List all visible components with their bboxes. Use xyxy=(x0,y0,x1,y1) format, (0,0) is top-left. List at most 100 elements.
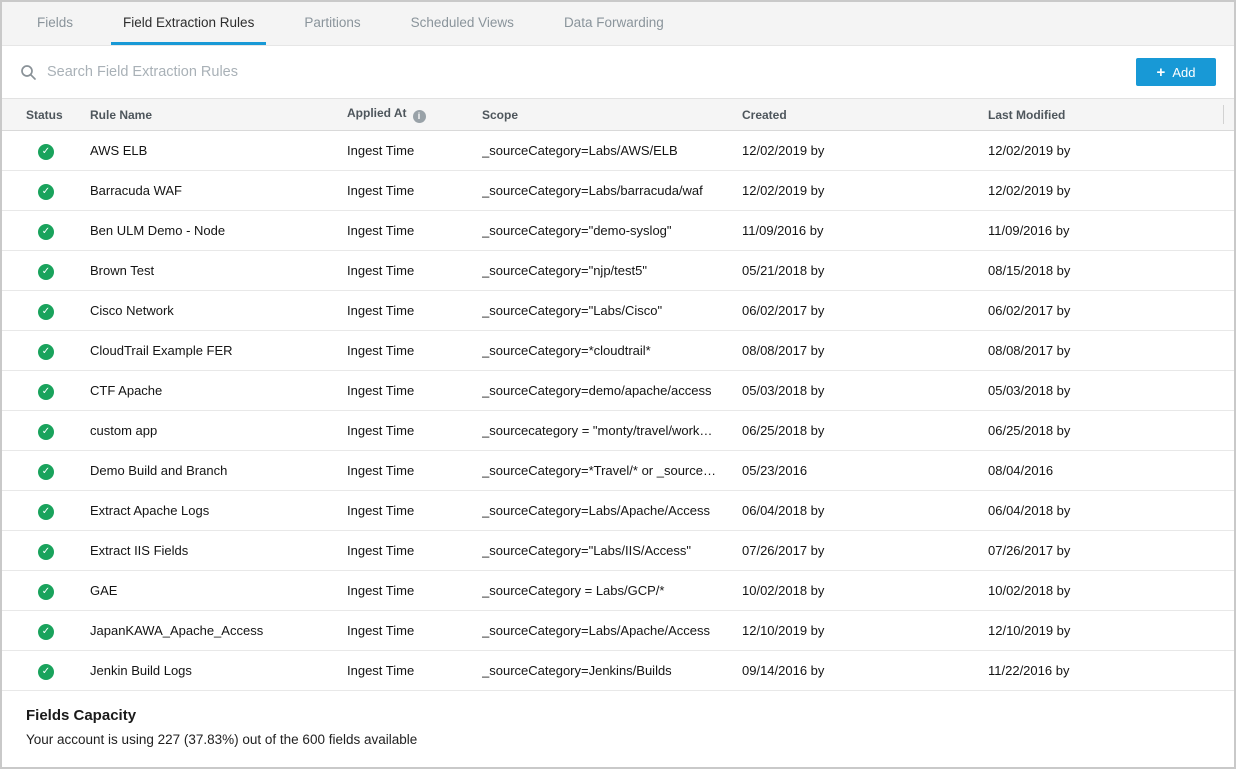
rule-name[interactable]: Demo Build and Branch xyxy=(90,463,347,478)
created: 06/04/2018 by xyxy=(742,503,988,518)
rule-name[interactable]: CloudTrail Example FER xyxy=(90,343,347,358)
tab-field-extraction-rules[interactable]: Field Extraction Rules xyxy=(111,2,266,45)
table-row[interactable]: ✓ Jenkin Build Logs Ingest Time _sourceC… xyxy=(2,651,1234,691)
rule-name[interactable]: Extract IIS Fields xyxy=(90,543,347,558)
status-cell: ✓ xyxy=(26,382,90,400)
column-header-rule-name[interactable]: Rule Name xyxy=(90,108,347,122)
applied-at: Ingest Time xyxy=(347,183,482,198)
status-cell: ✓ xyxy=(26,542,90,560)
status-cell: ✓ xyxy=(26,462,90,480)
table-row[interactable]: ✓ custom app Ingest Time _sourcecategory… xyxy=(2,411,1234,451)
column-header-applied-at[interactable]: Applied At i xyxy=(347,106,482,123)
applied-at: Ingest Time xyxy=(347,623,482,638)
last-modified: 08/08/2017 by xyxy=(988,343,1234,358)
rule-name[interactable]: Cisco Network xyxy=(90,303,347,318)
rule-name[interactable]: AWS ELB xyxy=(90,143,347,158)
rule-name[interactable]: Barracuda WAF xyxy=(90,183,347,198)
created: 08/08/2017 by xyxy=(742,343,988,358)
last-modified: 12/10/2019 by xyxy=(988,623,1234,638)
created: 12/02/2019 by xyxy=(742,143,988,158)
table-row[interactable]: ✓ Brown Test Ingest Time _sourceCategory… xyxy=(2,251,1234,291)
status-enabled-icon: ✓ xyxy=(38,264,54,280)
table-row[interactable]: ✓ CloudTrail Example FER Ingest Time _so… xyxy=(2,331,1234,371)
rule-name[interactable]: custom app xyxy=(90,423,347,438)
applied-at: Ingest Time xyxy=(347,463,482,478)
info-icon[interactable]: i xyxy=(413,110,426,123)
table-body: ✓ AWS ELB Ingest Time _sourceCategory=La… xyxy=(2,131,1234,691)
scope: _sourcecategory = "monty/travel/work… xyxy=(482,423,742,438)
search-input[interactable] xyxy=(47,64,1136,80)
status-cell: ✓ xyxy=(26,302,90,320)
scope: _sourceCategory=demo/apache/access xyxy=(482,383,742,398)
status-enabled-icon: ✓ xyxy=(38,344,54,360)
applied-at: Ingest Time xyxy=(347,503,482,518)
created: 12/02/2019 by xyxy=(742,183,988,198)
table-row[interactable]: ✓ GAE Ingest Time _sourceCategory = Labs… xyxy=(2,571,1234,611)
last-modified: 12/02/2019 by xyxy=(988,183,1234,198)
status-cell: ✓ xyxy=(26,582,90,600)
rule-name[interactable]: Ben ULM Demo - Node xyxy=(90,223,347,238)
created: 09/14/2016 by xyxy=(742,663,988,678)
table-row[interactable]: ✓ Extract IIS Fields Ingest Time _source… xyxy=(2,531,1234,571)
status-enabled-icon: ✓ xyxy=(38,544,54,560)
applied-at: Ingest Time xyxy=(347,143,482,158)
table-row[interactable]: ✓ Barracuda WAF Ingest Time _sourceCateg… xyxy=(2,171,1234,211)
last-modified: 07/26/2017 by xyxy=(988,543,1234,558)
status-cell: ✓ xyxy=(26,502,90,520)
rule-name[interactable]: Brown Test xyxy=(90,263,347,278)
applied-at: Ingest Time xyxy=(347,583,482,598)
tab-fields[interactable]: Fields xyxy=(25,2,85,45)
add-button[interactable]: + Add xyxy=(1136,58,1216,86)
status-cell: ✓ xyxy=(26,422,90,440)
tab-partitions[interactable]: Partitions xyxy=(292,2,372,45)
rule-name[interactable]: GAE xyxy=(90,583,347,598)
created: 11/09/2016 by xyxy=(742,223,988,238)
tab-data-forwarding[interactable]: Data Forwarding xyxy=(552,2,676,45)
applied-at: Ingest Time xyxy=(347,263,482,278)
table-row[interactable]: ✓ Demo Build and Branch Ingest Time _sou… xyxy=(2,451,1234,491)
scope: _sourceCategory=Labs/Apache/Access xyxy=(482,623,742,638)
column-header-status[interactable]: Status xyxy=(26,108,90,122)
scope: _sourceCategory = Labs/GCP/* xyxy=(482,583,742,598)
table-row[interactable]: ✓ Ben ULM Demo - Node Ingest Time _sourc… xyxy=(2,211,1234,251)
status-enabled-icon: ✓ xyxy=(38,184,54,200)
status-enabled-icon: ✓ xyxy=(38,584,54,600)
column-header-last-modified[interactable]: Last Modified xyxy=(988,108,1234,122)
status-cell: ✓ xyxy=(26,182,90,200)
scope: _sourceCategory="Labs/IIS/Access" xyxy=(482,543,742,558)
field-extraction-rules-page: Fields Field Extraction Rules Partitions… xyxy=(0,0,1236,769)
scope: _sourceCategory="Labs/Cisco" xyxy=(482,303,742,318)
scope: _sourceCategory=Jenkins/Builds xyxy=(482,663,742,678)
last-modified: 11/09/2016 by xyxy=(988,223,1234,238)
status-enabled-icon: ✓ xyxy=(38,664,54,680)
scope: _sourceCategory=*cloudtrail* xyxy=(482,343,742,358)
table-row[interactable]: ✓ Cisco Network Ingest Time _sourceCateg… xyxy=(2,291,1234,331)
status-enabled-icon: ✓ xyxy=(38,464,54,480)
rule-name[interactable]: Jenkin Build Logs xyxy=(90,663,347,678)
column-header-applied-at-label: Applied At xyxy=(347,106,407,120)
rule-name[interactable]: JapanKAWA_Apache_Access xyxy=(90,623,347,638)
table-row[interactable]: ✓ CTF Apache Ingest Time _sourceCategory… xyxy=(2,371,1234,411)
rule-name[interactable]: Extract Apache Logs xyxy=(90,503,347,518)
rule-name[interactable]: CTF Apache xyxy=(90,383,347,398)
table-row[interactable]: ✓ AWS ELB Ingest Time _sourceCategory=La… xyxy=(2,131,1234,171)
created: 06/02/2017 by xyxy=(742,303,988,318)
status-enabled-icon: ✓ xyxy=(38,224,54,240)
table-row[interactable]: ✓ JapanKAWA_Apache_Access Ingest Time _s… xyxy=(2,611,1234,651)
created: 05/03/2018 by xyxy=(742,383,988,398)
applied-at: Ingest Time xyxy=(347,383,482,398)
column-header-scope[interactable]: Scope xyxy=(482,108,742,122)
created: 06/25/2018 by xyxy=(742,423,988,438)
table-row[interactable]: ✓ Extract Apache Logs Ingest Time _sourc… xyxy=(2,491,1234,531)
plus-icon: + xyxy=(1157,65,1166,80)
last-modified: 06/02/2017 by xyxy=(988,303,1234,318)
created: 12/10/2019 by xyxy=(742,623,988,638)
created: 07/26/2017 by xyxy=(742,543,988,558)
tab-scheduled-views[interactable]: Scheduled Views xyxy=(399,2,526,45)
status-cell: ✓ xyxy=(26,222,90,240)
status-enabled-icon: ✓ xyxy=(38,144,54,160)
applied-at: Ingest Time xyxy=(347,663,482,678)
fields-capacity-title: Fields Capacity xyxy=(26,707,1210,724)
status-enabled-icon: ✓ xyxy=(38,504,54,520)
column-header-created[interactable]: Created xyxy=(742,108,988,122)
